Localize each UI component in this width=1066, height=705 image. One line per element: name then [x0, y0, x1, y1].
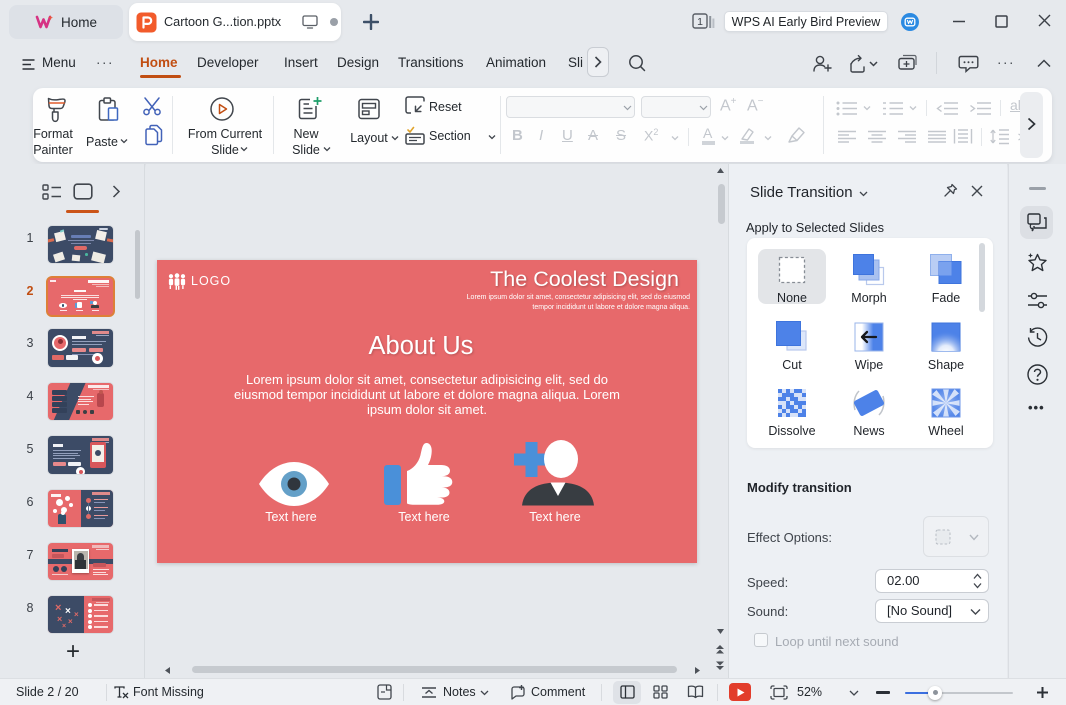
svg-text:1: 1	[697, 16, 703, 28]
